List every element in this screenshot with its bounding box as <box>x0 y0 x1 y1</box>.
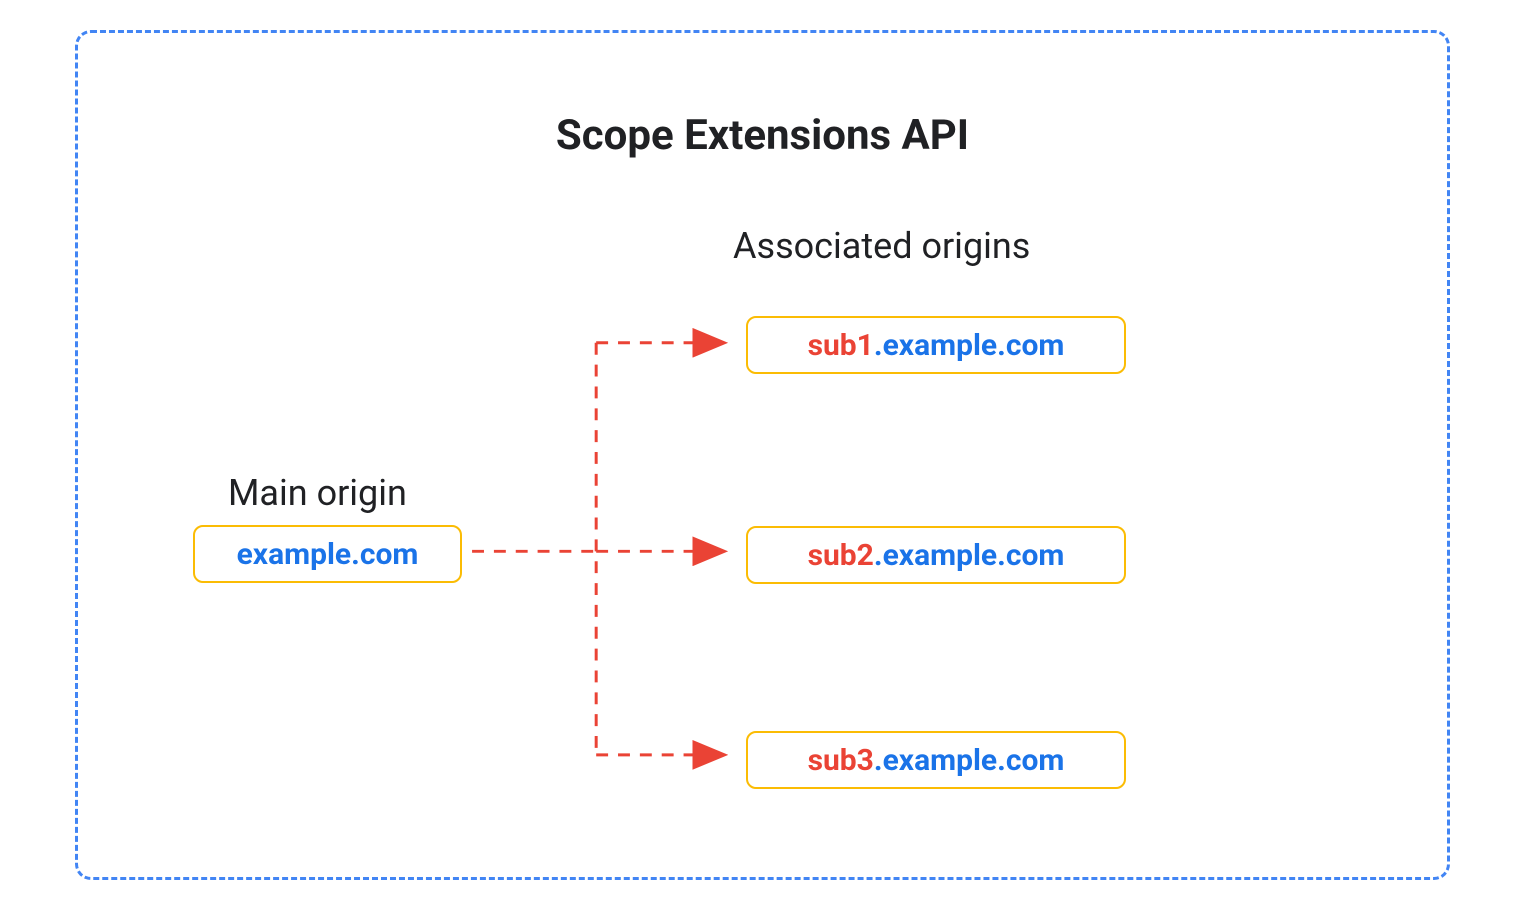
domain-2: .example.com <box>874 538 1064 573</box>
main-origin-box: example.com <box>193 525 462 583</box>
domain-3: .example.com <box>874 743 1064 778</box>
associated-origin-box-3: sub3.example.com <box>746 731 1126 789</box>
diagram-title: Scope Extensions API <box>78 111 1447 160</box>
main-origin-domain: example.com <box>237 537 419 572</box>
domain-1: .example.com <box>874 328 1064 363</box>
subdomain-1: sub1 <box>808 328 874 363</box>
subdomain-2: sub2 <box>808 538 874 573</box>
main-origin-label: Main origin <box>228 472 407 514</box>
subdomain-3: sub3 <box>808 743 874 778</box>
associated-origin-box-1: sub1.example.com <box>746 316 1126 374</box>
associated-origins-label: Associated origins <box>733 225 1030 267</box>
scope-container: Scope Extensions API Main origin Associa… <box>75 30 1450 880</box>
associated-origin-box-2: sub2.example.com <box>746 526 1126 584</box>
